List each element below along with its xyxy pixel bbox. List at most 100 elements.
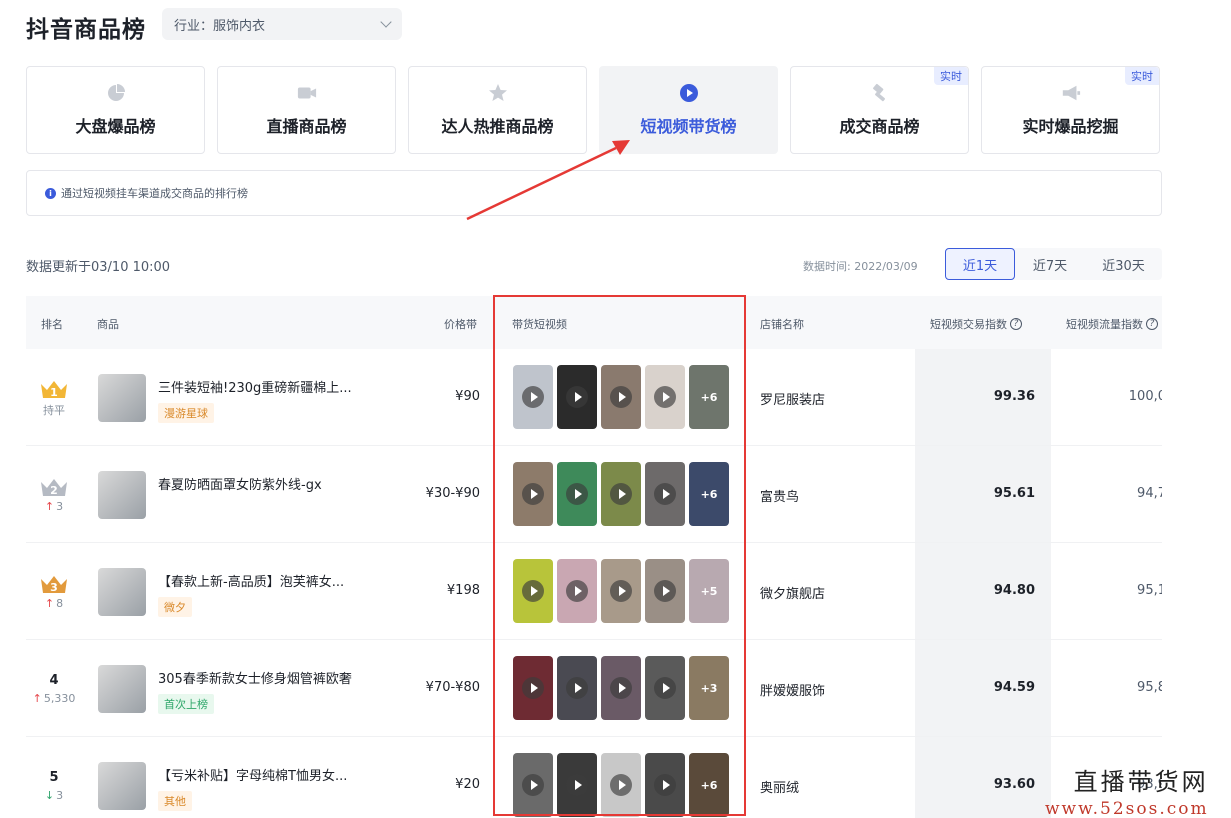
table-row[interactable]: 5 ↓ 3 【亏米补贴】字母纯棉T恤男女... 其他 ¥20 +6 奥丽绒 93.…: [26, 737, 1162, 818]
table-row[interactable]: 2 ↑ 3 春夏防晒面罩女防紫外线-gx ¥30-¥90 +6 富贵鸟 95.61…: [26, 446, 1162, 543]
product-name[interactable]: 305春季新款女士修身烟管裤欧奢: [158, 668, 398, 687]
product-image[interactable]: [98, 568, 146, 616]
video-thumbnail[interactable]: [645, 365, 685, 429]
tab-live[interactable]: 直播商品榜: [217, 66, 396, 154]
col-trade-index-label: 短视频交易指数: [930, 318, 1007, 331]
video-thumbnail[interactable]: [513, 559, 553, 623]
video-thumbnail[interactable]: [557, 559, 597, 623]
video-list: +3: [513, 656, 729, 720]
video-thumbnail[interactable]: +3: [689, 656, 729, 720]
shop-name[interactable]: 胖嫒嫒服饰: [760, 680, 825, 699]
product-name[interactable]: 三件装短袖!230g重磅新疆棉上...: [158, 377, 398, 396]
trade-index: 93.60: [993, 777, 1035, 792]
col-product: 商品: [97, 318, 119, 331]
hammer-icon: [870, 83, 890, 103]
play-icon: [610, 580, 632, 602]
range-7-days[interactable]: 近7天: [1015, 248, 1085, 280]
video-thumbnail[interactable]: [513, 753, 553, 817]
video-thumbnail[interactable]: [557, 753, 597, 817]
video-thumbnail[interactable]: [513, 656, 553, 720]
shop-name[interactable]: 奥丽绒: [760, 777, 799, 796]
video-thumbnail[interactable]: [601, 462, 641, 526]
video-thumbnail[interactable]: [601, 365, 641, 429]
video-thumbnail[interactable]: [601, 559, 641, 623]
rank-number: 5: [49, 769, 59, 785]
shop-name[interactable]: 罗尼服装店: [760, 389, 825, 408]
video-thumbnail[interactable]: [601, 753, 641, 817]
product-image[interactable]: [98, 665, 146, 713]
product-image[interactable]: [98, 374, 146, 422]
video-thumbnail[interactable]: [557, 365, 597, 429]
tab-short-video[interactable]: 短视频带货榜: [599, 66, 778, 154]
product-name[interactable]: 【亏米补贴】字母纯棉T恤男女...: [158, 765, 398, 784]
video-thumbnail[interactable]: +6: [689, 365, 729, 429]
video-thumbnail[interactable]: [645, 462, 685, 526]
product-image[interactable]: [98, 471, 146, 519]
rank-change: ↑ 5,330: [33, 692, 76, 705]
price-range: ¥198: [446, 583, 480, 598]
product-tag: 首次上榜: [158, 694, 214, 714]
tab-market-hot[interactable]: 大盘爆品榜: [26, 66, 205, 154]
rank-crown-icon: 3: [41, 576, 67, 594]
video-thumbnail[interactable]: +6: [689, 462, 729, 526]
rank-cell: 3 ↑ 8: [26, 543, 82, 640]
table-row[interactable]: 3 ↑ 8 【春款上新-高品质】泡芙裤女... 微夕 ¥198 +5 微夕旗舰店 …: [26, 543, 1162, 640]
arrow-up-icon: ↑: [44, 597, 55, 610]
video-thumbnail[interactable]: [645, 656, 685, 720]
tab-influencer[interactable]: 达人热推商品榜: [408, 66, 587, 154]
product-name[interactable]: 【春款上新-高品质】泡芙裤女...: [158, 571, 398, 590]
video-thumbnail[interactable]: [513, 462, 553, 526]
update-time: 数据更新于03/10 10:00: [26, 260, 171, 275]
col-price: 价格带: [444, 318, 477, 331]
col-shop: 店铺名称: [760, 318, 804, 331]
video-thumbnail[interactable]: [557, 656, 597, 720]
tab-label: 大盘爆品榜: [75, 117, 156, 136]
video-thumbnail[interactable]: +6: [689, 753, 729, 817]
help-icon[interactable]: ?: [1146, 318, 1158, 330]
watermark: 直播带货网 www.52sos.com: [1045, 762, 1209, 818]
more-videos-count: +6: [700, 390, 718, 404]
shop-name[interactable]: 富贵鸟: [760, 486, 799, 505]
rank-change: ↑ 8: [45, 597, 63, 610]
rank-number: 2: [50, 484, 58, 497]
industry-select[interactable]: 行业：服饰内衣: [162, 8, 402, 40]
play-icon: [610, 774, 632, 796]
watermark-title: 直播带货网: [1073, 768, 1209, 796]
col-rank: 排名: [41, 318, 63, 331]
rank-cell: 2 ↑ 3: [26, 446, 82, 543]
col-trade-index[interactable]: 短视频交易指数?: [930, 316, 1022, 332]
range-30-days[interactable]: 近30天: [1085, 248, 1162, 280]
help-icon[interactable]: ?: [1010, 318, 1022, 330]
video-thumbnail[interactable]: [557, 462, 597, 526]
rank-change-value: 3: [56, 500, 64, 513]
product-name[interactable]: 春夏防晒面罩女防紫外线-gx: [158, 474, 398, 493]
col-flow-index[interactable]: 短视频流量指数?: [1066, 316, 1158, 332]
shop-name[interactable]: 微夕旗舰店: [760, 583, 825, 602]
video-list: +6: [513, 753, 729, 817]
rank-change: ↓ 3: [45, 789, 63, 802]
play-icon: [566, 677, 588, 699]
video-thumbnail[interactable]: [645, 559, 685, 623]
tab-deal[interactable]: 实时 成交商品榜: [790, 66, 969, 154]
play-icon: [654, 483, 676, 505]
video-thumbnail[interactable]: +5: [689, 559, 729, 623]
price-range: ¥70-¥80: [425, 680, 480, 695]
rank-crown-icon: 1: [41, 380, 67, 399]
more-videos-count: +5: [700, 584, 718, 598]
col-videos: 带货短视频: [512, 318, 567, 331]
pie-chart-icon: [106, 83, 126, 103]
tab-label: 成交商品榜: [839, 117, 920, 136]
range-1-day[interactable]: 近1天: [945, 248, 1015, 280]
realtime-badge: 实时: [934, 67, 968, 85]
video-thumbnail[interactable]: [601, 656, 641, 720]
product-image[interactable]: [98, 762, 146, 810]
play-icon: [610, 386, 632, 408]
tab-realtime-mining[interactable]: 实时 实时爆品挖掘: [981, 66, 1160, 154]
star-icon: [488, 83, 508, 103]
trade-index: 95.61: [993, 486, 1035, 501]
video-thumbnail[interactable]: [645, 753, 685, 817]
table-row[interactable]: 1 持平 三件装短袖!230g重磅新疆棉上... 漫游星球 ¥90 +6 罗尼服…: [26, 349, 1162, 446]
play-icon: [566, 580, 588, 602]
table-row[interactable]: 4 ↑ 5,330 305春季新款女士修身烟管裤欧奢 首次上榜 ¥70-¥80 +…: [26, 640, 1162, 737]
video-thumbnail[interactable]: [513, 365, 553, 429]
